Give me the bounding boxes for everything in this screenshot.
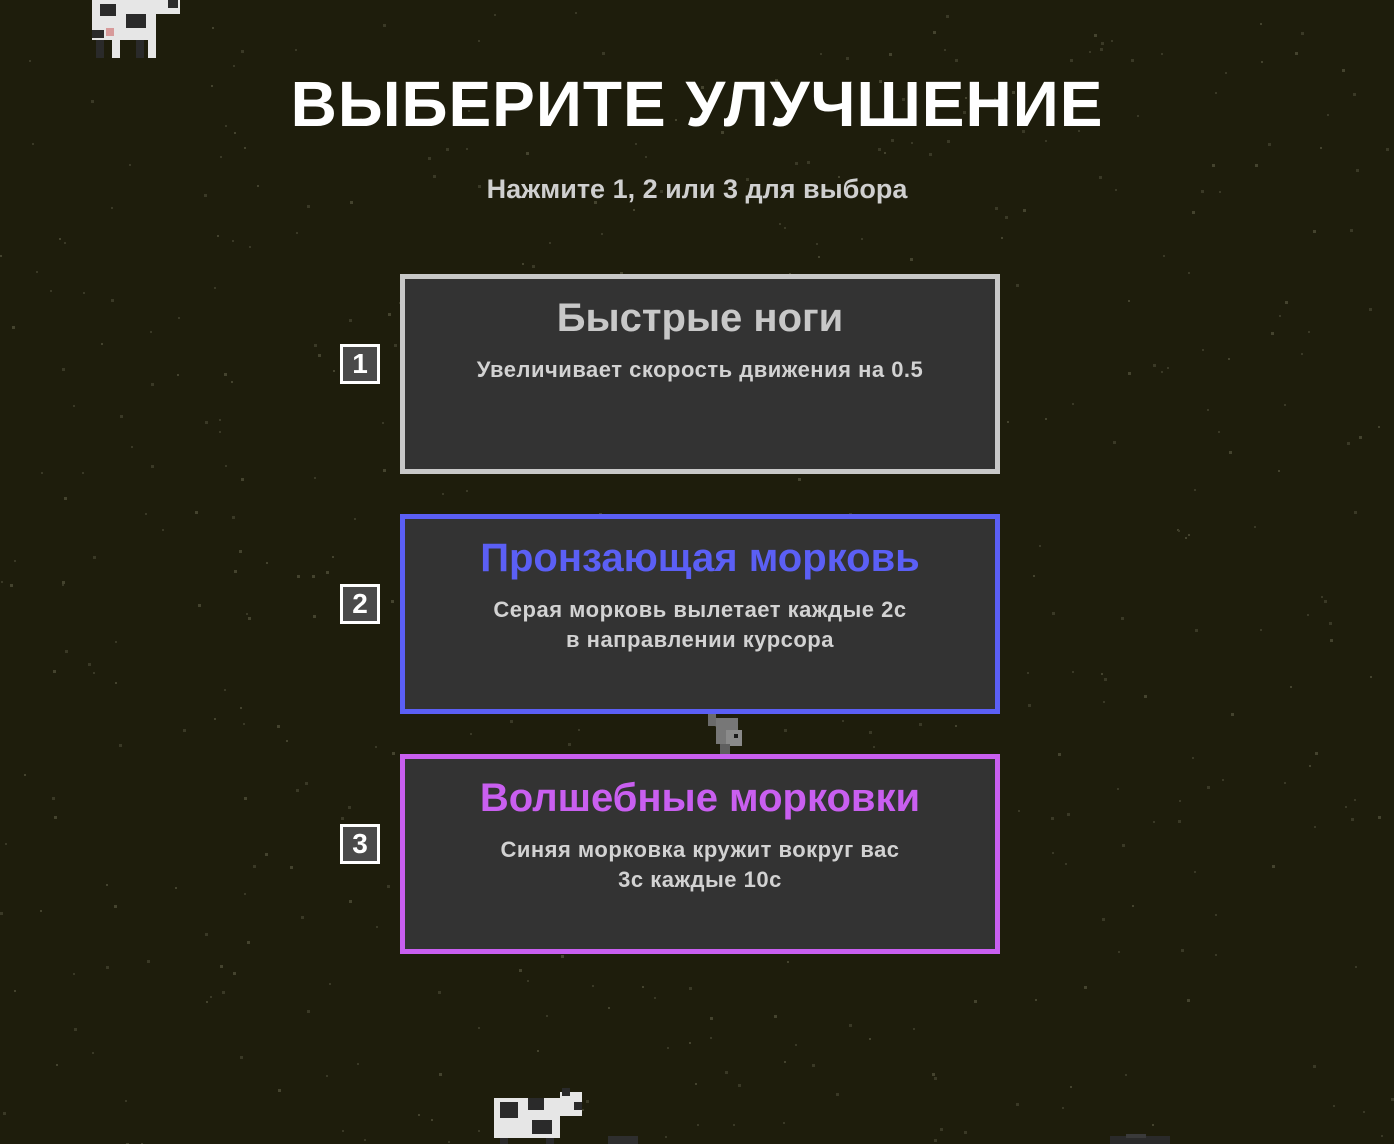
- key-1-badge[interactable]: 1: [340, 344, 380, 384]
- upgrade-title: Пронзающая морковь: [480, 536, 920, 580]
- key-2-badge[interactable]: 2: [340, 584, 380, 624]
- cow-sprite: [1110, 1134, 1170, 1144]
- rabbit-sprite: [708, 712, 742, 754]
- upgrade-card-magic-carrots[interactable]: Волшебные морковки Синяя морковка кружит…: [400, 754, 1000, 954]
- cow-sprite: [92, 0, 180, 58]
- upgrade-description: Увеличивает скорость движения на 0.5: [405, 355, 995, 385]
- upgrade-title: Волшебные морковки: [479, 776, 921, 820]
- upgrade-card-piercing-carrot[interactable]: Пронзающая морковь Серая морковь вылетае…: [400, 514, 1000, 714]
- description-line: 3с каждые 10с: [618, 867, 782, 892]
- cow-sprite: [608, 1136, 638, 1144]
- page-title: ВЫБЕРИТЕ УЛУЧШЕНИЕ: [290, 68, 1104, 140]
- instruction-text: Нажмите 1, 2 или 3 для выбора: [486, 174, 908, 204]
- description-line: Увеличивает скорость движения на 0.5: [476, 357, 924, 382]
- upgrade-title: Быстрые ноги: [556, 296, 844, 340]
- upgrade-card-fast-legs[interactable]: Быстрые ноги Увеличивает скорость движен…: [400, 274, 1000, 474]
- upgrade-description: Серая морковь вылетает каждые 2с в напра…: [405, 595, 995, 655]
- cow-sprite: [494, 1088, 582, 1144]
- description-line: Синяя морковка кружит вокруг вас: [500, 837, 900, 862]
- upgrade-description: Синяя морковка кружит вокруг вас 3с кажд…: [405, 835, 995, 895]
- description-line: Серая морковь вылетает каждые 2с: [493, 597, 907, 622]
- description-line: в направлении курсора: [566, 627, 834, 652]
- key-3-badge[interactable]: 3: [340, 824, 380, 864]
